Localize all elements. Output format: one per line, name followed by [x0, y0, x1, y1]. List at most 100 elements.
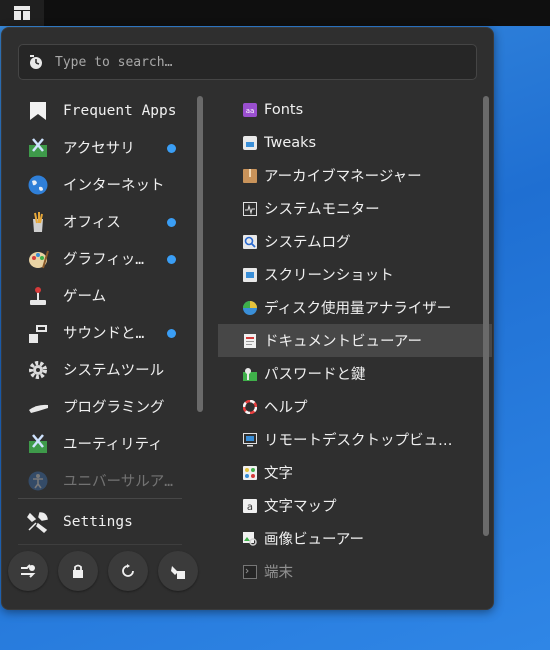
category-universal-access[interactable]: ユニバーサルア… [18, 462, 184, 492]
app-label: スクリーンショット [264, 268, 394, 284]
app-list: aa Fonts Tweaks アーカイブマネージャー システムモニター システ… [218, 93, 492, 593]
category-internet[interactable]: インターネット [18, 166, 184, 203]
settings-item[interactable]: Settings [18, 504, 184, 540]
office-icon [24, 208, 52, 236]
category-programming[interactable]: プログラミング [18, 388, 184, 425]
lock-button[interactable] [58, 551, 98, 591]
category-label: ゲーム [63, 289, 107, 305]
sound-video-icon [24, 319, 52, 347]
joystick-icon [24, 282, 52, 310]
app-item-disk-usage[interactable]: ディスク使用量アナライザー [218, 291, 492, 324]
disk-usage-icon [242, 300, 258, 316]
app-item-character-map[interactable]: a 文字マップ [218, 489, 492, 522]
category-office[interactable]: オフィス [18, 203, 184, 240]
category-label: サウンドと… [63, 326, 145, 342]
app-label: 端末 [264, 565, 293, 581]
bookmark-icon [24, 97, 52, 125]
terminal-icon [242, 564, 258, 580]
passwords-icon [242, 366, 258, 382]
monitor-icon [242, 201, 258, 217]
app-list-scrollbar[interactable] [483, 96, 489, 536]
programming-icon [24, 393, 52, 421]
app-label: ドキュメントビューアー [264, 334, 423, 350]
category-accessories[interactable]: アクセサリ [18, 129, 184, 166]
help-icon [242, 399, 258, 415]
log-icon [242, 234, 258, 250]
app-label: ヘルプ [264, 400, 308, 416]
logout-button[interactable] [158, 551, 198, 591]
app-item-document-viewer[interactable]: ドキュメントビューアー [218, 324, 492, 357]
document-viewer-icon [242, 333, 258, 349]
restart-button[interactable] [108, 551, 148, 591]
category-label: アクセサリ [63, 141, 135, 157]
app-menu-button[interactable] [0, 0, 44, 26]
app-item-system-log[interactable]: システムログ [218, 225, 492, 258]
app-item-terminal[interactable]: 端末 [218, 555, 492, 588]
search-icon [19, 45, 53, 79]
application-menu: Frequent Apps アクセサリ インターネット オフィス [1, 27, 494, 610]
app-item-system-monitor[interactable]: システムモニター [218, 192, 492, 225]
category-label: オフィス [63, 215, 121, 231]
category-label: システムツール [63, 363, 165, 379]
settings-icon [24, 508, 52, 536]
app-item-fonts[interactable]: aa Fonts [218, 93, 492, 126]
category-label: Frequent Apps [63, 102, 177, 119]
app-label: Tweaks [264, 134, 317, 151]
new-apps-indicator [167, 255, 176, 264]
logout-icon [171, 566, 185, 579]
app-item-remote-desktop[interactable]: リモートデスクトップビュ… [218, 423, 492, 456]
category-scrollbar[interactable] [197, 96, 203, 412]
category-label: インターネット [63, 178, 165, 194]
archive-icon [242, 168, 258, 184]
svg-text:a: a [247, 502, 253, 513]
category-frequent-apps[interactable]: Frequent Apps [18, 92, 184, 129]
app-label: 画像ビューアー [264, 532, 365, 548]
app-label: Fonts [264, 101, 304, 118]
app-menu-icon [14, 6, 30, 20]
app-item-characters[interactable]: 文字 [218, 456, 492, 489]
search-input[interactable] [53, 53, 457, 71]
new-apps-indicator [167, 218, 176, 227]
settings-label: Settings [63, 514, 133, 530]
svg-text:aa: aa [246, 107, 255, 115]
search-box[interactable] [18, 44, 477, 80]
app-item-help[interactable]: ヘルプ [218, 390, 492, 423]
category-label: プログラミング [63, 400, 165, 416]
app-item-screenshot[interactable]: スクリーンショット [218, 258, 492, 291]
app-label: システムモニター [264, 202, 380, 218]
category-games[interactable]: ゲーム [18, 277, 184, 314]
session-actions [8, 551, 208, 593]
tweaks-icon [242, 135, 258, 151]
app-label: 文字 [264, 466, 293, 482]
top-bar [0, 0, 550, 26]
category-list: Frequent Apps アクセサリ インターネット オフィス グラフィッ… … [18, 92, 184, 492]
accessories-icon [24, 134, 52, 162]
characters-icon [242, 465, 258, 481]
app-label: パスワードと鍵 [264, 367, 366, 383]
divider [18, 544, 182, 545]
category-utilities[interactable]: ユーティリティ [18, 425, 184, 462]
accessibility-icon [24, 467, 52, 493]
image-viewer-icon [242, 531, 258, 547]
fonts-icon: aa [242, 102, 258, 118]
app-item-passwords-keys[interactable]: パスワードと鍵 [218, 357, 492, 390]
switch-user-button[interactable] [8, 551, 48, 591]
utilities-icon [24, 430, 52, 458]
app-label: 文字マップ [264, 499, 337, 515]
app-item-tweaks[interactable]: Tweaks [218, 126, 492, 159]
restart-icon [122, 564, 134, 577]
character-map-icon: a [242, 498, 258, 514]
category-label: ユニバーサルア… [63, 474, 173, 490]
new-apps-indicator [167, 329, 176, 338]
category-system-tools[interactable]: システムツール [18, 351, 184, 388]
lock-icon [73, 564, 83, 578]
app-item-archive-manager[interactable]: アーカイブマネージャー [218, 159, 492, 192]
screenshot-icon [242, 267, 258, 283]
category-graphics[interactable]: グラフィッ… [18, 240, 184, 277]
globe-icon [24, 171, 52, 199]
app-item-image-viewer[interactable]: 画像ビューアー [218, 522, 492, 555]
category-sound-video[interactable]: サウンドと… [18, 314, 184, 351]
category-label: グラフィッ… [63, 252, 144, 268]
divider [18, 498, 182, 499]
category-label: ユーティリティ [63, 437, 163, 453]
